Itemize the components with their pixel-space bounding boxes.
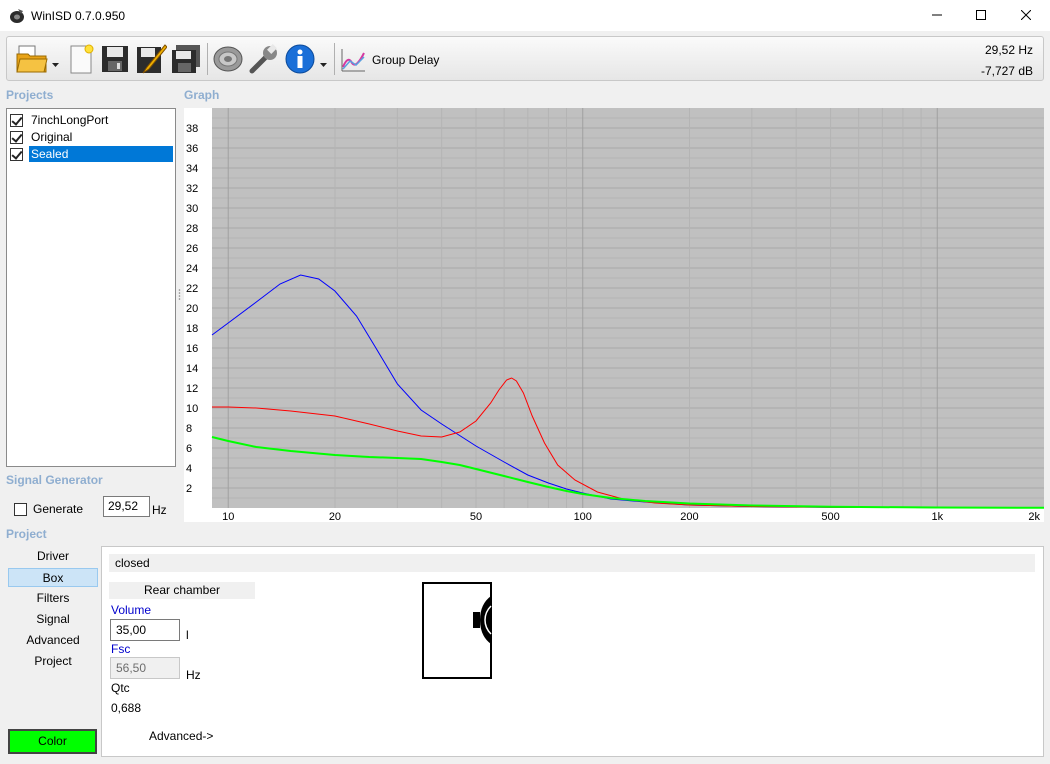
window-title: WinISD 0.7.0.950 bbox=[31, 9, 126, 23]
open-folder-icon[interactable] bbox=[15, 42, 49, 76]
y-tick-label: 26 bbox=[186, 243, 198, 255]
toolbar-separator bbox=[334, 43, 335, 75]
list-item[interactable]: 7inchLongPort bbox=[10, 112, 110, 128]
x-tick-label: 10 bbox=[222, 511, 234, 522]
y-tick-label: 20 bbox=[186, 303, 198, 315]
toolbar-separator bbox=[207, 43, 208, 75]
y-tick-label: 28 bbox=[186, 223, 198, 235]
info-icon[interactable] bbox=[283, 42, 317, 76]
project-checkbox[interactable] bbox=[10, 147, 23, 161]
x-tick-label: 2k bbox=[1028, 511, 1040, 522]
nav-filters[interactable]: Filters bbox=[8, 589, 98, 608]
generate-label: Generate bbox=[33, 502, 84, 516]
fsc-field: 56,50 bbox=[110, 657, 180, 679]
frequency-input[interactable]: 29,52 bbox=[103, 496, 150, 517]
x-tick-label: 200 bbox=[680, 511, 698, 522]
driver-icon[interactable] bbox=[211, 42, 245, 76]
volume-input[interactable]: 35,00 bbox=[110, 619, 180, 641]
x-tick-label: 1k bbox=[931, 511, 943, 522]
project-checkbox[interactable] bbox=[10, 113, 23, 127]
y-tick-label: 4 bbox=[186, 463, 192, 475]
projects-list[interactable]: 7inchLongPort Original Sealed bbox=[6, 108, 176, 467]
qtc-value: 0,688 bbox=[111, 701, 142, 715]
qtc-label: Qtc bbox=[111, 681, 130, 695]
response-graph[interactable]: 2 4 6 8 10 12 14 16 18 20 22 24 26 28 30 32 34 36 38 10 20 50… bbox=[184, 108, 1045, 523]
y-tick-label: 18 bbox=[186, 323, 198, 335]
nav-box[interactable]: Box bbox=[8, 568, 98, 587]
y-tick-label: 30 bbox=[186, 203, 198, 215]
level-readout: -7,727 dB bbox=[980, 64, 1033, 78]
response-chart[interactable]: 246810121416182022242628303234363810 20 50… bbox=[184, 108, 1045, 523]
generate-checkbox-box[interactable] bbox=[14, 502, 27, 516]
generate-checkbox[interactable]: Generate bbox=[14, 502, 83, 516]
y-tick-label: 8 bbox=[186, 423, 192, 435]
splitter-grip[interactable] bbox=[178, 288, 181, 302]
nav-project[interactable]: Project bbox=[8, 652, 98, 671]
nav-advanced[interactable]: Advanced bbox=[8, 631, 98, 650]
box-type-selector[interactable]: closed bbox=[109, 554, 1035, 572]
list-item[interactable]: Original bbox=[10, 129, 74, 145]
box-panel: closed Rear chamber Volume 35,00 l Fsc 5… bbox=[101, 546, 1044, 757]
projects-heading: Projects bbox=[6, 88, 54, 102]
group-delay-icon bbox=[340, 47, 366, 73]
x-tick-label: 100 bbox=[574, 511, 592, 522]
y-tick-label: 22 bbox=[186, 283, 198, 295]
y-tick-label: 14 bbox=[186, 363, 198, 375]
group-delay-label: Group Delay bbox=[372, 53, 440, 67]
y-tick-label: 36 bbox=[186, 143, 198, 155]
y-tick-label: 32 bbox=[186, 183, 198, 195]
list-item[interactable]: Sealed bbox=[10, 146, 173, 162]
advanced-link[interactable]: Advanced-> bbox=[149, 729, 213, 743]
wrench-icon[interactable] bbox=[247, 42, 281, 76]
save-all-icon[interactable] bbox=[169, 42, 203, 76]
title-bar: WinISD 0.7.0.950 bbox=[0, 0, 1050, 32]
project-name: Original bbox=[31, 130, 73, 144]
x-tick-label: 20 bbox=[329, 511, 341, 522]
signal-generator-heading: Signal Generator bbox=[6, 473, 103, 487]
y-tick-label: 24 bbox=[186, 263, 198, 275]
x-tick-label: 50 bbox=[470, 511, 482, 522]
nav-signal[interactable]: Signal bbox=[8, 610, 98, 629]
info-dropdown-chevron-down-icon[interactable] bbox=[320, 57, 327, 67]
fsc-unit: Hz bbox=[186, 668, 201, 682]
y-tick-label: 12 bbox=[186, 383, 198, 395]
app-logo-icon bbox=[9, 8, 25, 24]
y-tick-label: 34 bbox=[186, 163, 198, 175]
minimize-button[interactable] bbox=[914, 0, 960, 30]
project-checkbox[interactable] bbox=[10, 130, 23, 144]
y-tick-label: 38 bbox=[186, 123, 198, 135]
volume-unit: l bbox=[186, 628, 189, 642]
frequency-unit: Hz bbox=[152, 503, 167, 517]
new-document-icon[interactable] bbox=[64, 42, 98, 76]
close-button[interactable] bbox=[1003, 0, 1049, 30]
color-button[interactable]: Color bbox=[8, 729, 97, 754]
volume-label: Volume bbox=[111, 603, 152, 617]
project-name: 7inchLongPort bbox=[31, 113, 109, 127]
maximize-button[interactable] bbox=[958, 0, 1004, 30]
y-tick-label: 6 bbox=[186, 443, 192, 455]
graph-heading: Graph bbox=[184, 88, 220, 102]
y-tick-label: 16 bbox=[186, 343, 198, 355]
fsc-label: Fsc bbox=[111, 642, 131, 656]
group-delay-button[interactable]: Group Delay bbox=[340, 43, 439, 77]
y-tick-label: 10 bbox=[186, 403, 198, 415]
rear-chamber-header: Rear chamber bbox=[109, 582, 255, 599]
project-name: Sealed bbox=[29, 146, 173, 162]
x-tick-label: 500 bbox=[821, 511, 839, 522]
open-dropdown-chevron-down-icon[interactable] bbox=[52, 57, 59, 67]
nav-driver[interactable]: Driver bbox=[8, 547, 98, 566]
toolbar: Group Delay 29,52 Hz -7,727 dB bbox=[6, 36, 1044, 81]
save-icon[interactable] bbox=[98, 42, 132, 76]
project-heading: Project bbox=[6, 527, 47, 541]
y-tick-label: 2 bbox=[186, 483, 192, 495]
closed-box-diagram-icon bbox=[422, 582, 494, 680]
edit-icon[interactable] bbox=[134, 42, 168, 76]
frequency-readout: 29,52 Hz bbox=[984, 43, 1033, 57]
